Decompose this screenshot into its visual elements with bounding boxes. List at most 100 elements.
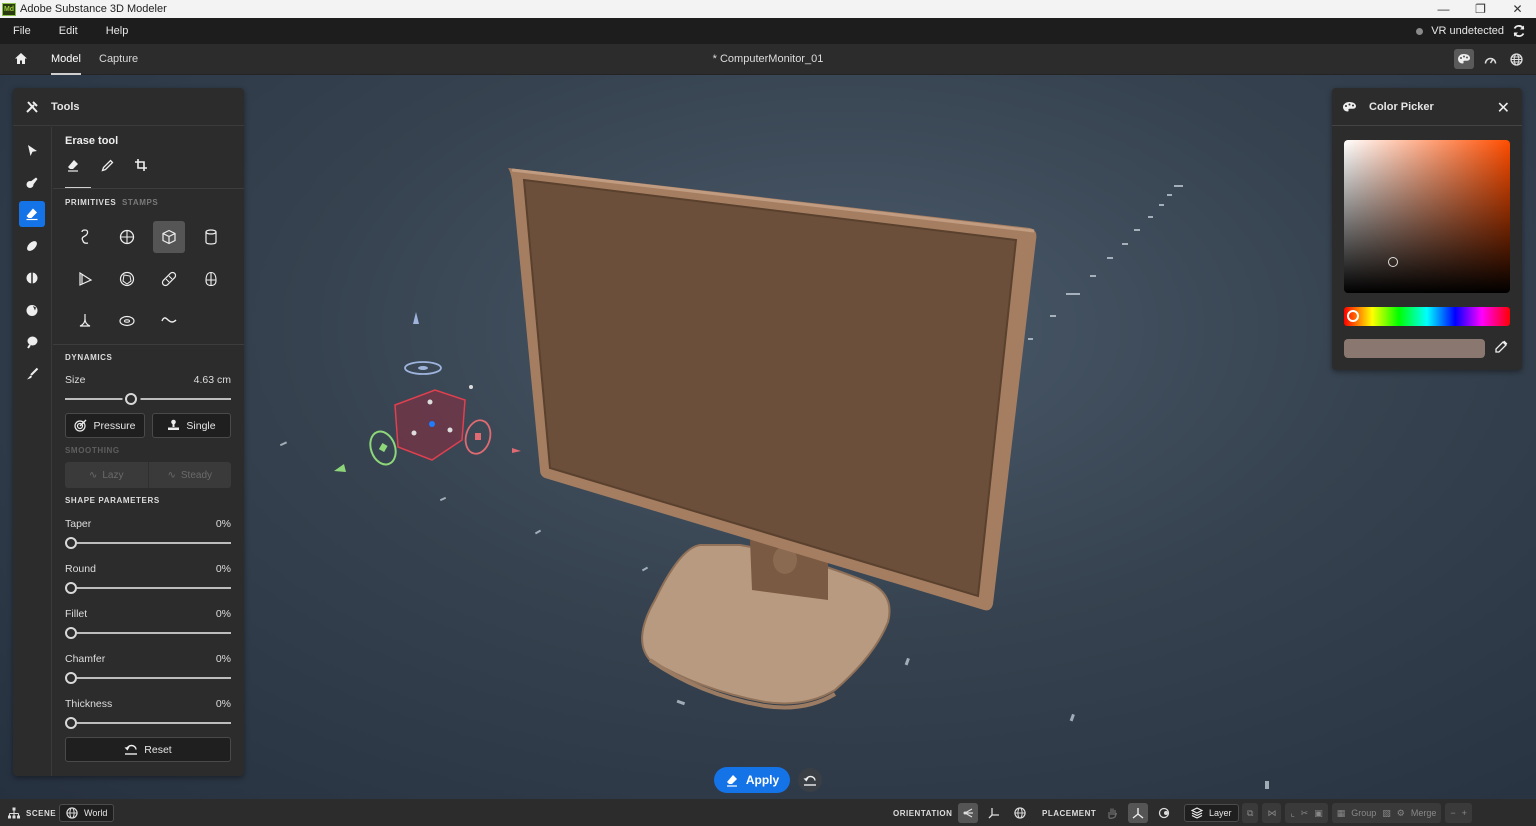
apply-label: Apply [745, 773, 780, 787]
size-slider[interactable] [65, 393, 231, 405]
pressure-icon [74, 419, 87, 432]
reset-label: Reset [144, 743, 172, 756]
hand-icon[interactable] [1102, 803, 1122, 823]
flatten-tool-icon[interactable] [19, 265, 45, 291]
erase-mode-icon[interactable] [65, 157, 81, 173]
color-palette-icon[interactable] [1454, 49, 1474, 69]
single-button[interactable]: Single [152, 413, 231, 438]
primitive-sphere-icon[interactable] [111, 221, 143, 253]
menu-edit[interactable]: Edit [59, 25, 78, 37]
group-icon: ▦ [1336, 807, 1346, 818]
primitive-torus-icon[interactable] [111, 305, 143, 337]
pressure-button[interactable]: Pressure [65, 413, 145, 438]
hue-slider-handle[interactable] [1347, 310, 1359, 322]
tab-stamps[interactable]: STAMPS [122, 198, 158, 207]
hue-slider[interactable] [1344, 307, 1510, 326]
orientation-world-icon[interactable] [1010, 803, 1030, 823]
layer-button[interactable]: Layer [1184, 804, 1239, 822]
placement-label: PLACEMENT [1042, 808, 1097, 818]
placement-orbit-icon[interactable] [1154, 803, 1174, 823]
fillet-slider[interactable] [65, 627, 231, 639]
saturation-value-field[interactable] [1344, 140, 1510, 293]
chamfer-value: 0% [215, 653, 231, 665]
close-icon[interactable]: ✕ [1497, 98, 1510, 118]
color-palette-icon [1342, 101, 1357, 113]
chamfer-slider[interactable] [65, 672, 231, 684]
size-slider-knob[interactable] [125, 393, 138, 405]
performance-gauge-icon[interactable] [1480, 49, 1500, 69]
pencil-mode-icon[interactable] [99, 157, 115, 173]
close-window-button[interactable]: ✕ [1499, 0, 1536, 18]
tools-panel-title: Tools [51, 100, 80, 113]
inflate-tool-icon[interactable] [19, 297, 45, 323]
tool-title: Erase tool [65, 135, 119, 147]
restore-button[interactable]: ❐ [1462, 0, 1499, 18]
window-titlebar: Md Adobe Substance 3D Modeler — ❐ ✕ [0, 0, 1536, 18]
thickness-slider[interactable] [65, 717, 231, 729]
thickness-value: 0% [215, 698, 231, 710]
world-space-button[interactable]: World [59, 804, 115, 822]
merge-icon: ⚙ [1396, 807, 1405, 818]
erase-tool-icon[interactable] [19, 201, 45, 227]
lazy-option: ∿ Lazy [65, 462, 149, 488]
reset-button[interactable]: Reset [65, 737, 231, 762]
orientation-axis-icon[interactable] [984, 803, 1004, 823]
shape-parameters-heading: SHAPE PARAMETERS [65, 496, 160, 505]
fillet-label: Fillet [65, 608, 88, 620]
primitive-pyramid-icon[interactable] [69, 263, 101, 295]
orientation-normal-icon[interactable] [958, 803, 979, 823]
taper-slider[interactable] [65, 537, 231, 549]
primitives-grid [69, 221, 227, 337]
smooth-tool-icon[interactable] [19, 233, 45, 259]
refresh-icon[interactable] [1512, 24, 1526, 38]
primitive-wave-icon[interactable] [153, 305, 185, 337]
placement-surface-icon[interactable] [1128, 803, 1149, 823]
tools-panel: Tools Erase tool PRIMITIVES STAMPS DYNAM… [13, 88, 244, 776]
select-tool-icon[interactable] [19, 137, 45, 163]
eyedropper-icon[interactable] [1494, 340, 1508, 354]
tab-primitives[interactable]: PRIMITIVES [65, 198, 116, 207]
layer-label: Layer [1209, 808, 1232, 818]
paint-tool-icon[interactable] [19, 361, 45, 387]
scene-label[interactable]: SCENE [26, 809, 56, 818]
globe-icon [66, 807, 78, 819]
primitive-capsule-icon[interactable] [153, 263, 185, 295]
clay-tool-icon[interactable] [19, 169, 45, 195]
clipboard-group: ⌞ ✂ ▣ [1285, 803, 1328, 823]
reset-icon [124, 744, 138, 755]
copy-icon: ⌞ [1290, 807, 1295, 818]
steady-option: ∿ Steady [167, 469, 213, 481]
scene-hierarchy-icon[interactable] [8, 807, 20, 819]
taper-value: 0% [215, 518, 231, 530]
monitor-screen [522, 178, 1018, 598]
primitive-egg-icon[interactable] [195, 263, 227, 295]
erase-tool-settings: Erase tool PRIMITIVES STAMPS DYNAMICS Si… [53, 127, 244, 776]
paste-icon: ▣ [1314, 807, 1323, 818]
primitive-polyhedron-icon[interactable] [111, 263, 143, 295]
primitive-cube-icon[interactable] [153, 221, 185, 253]
lazy-icon: ∿ [88, 469, 98, 481]
vr-status: VR undetected [1431, 25, 1504, 37]
primitive-cone-icon[interactable] [69, 305, 101, 337]
round-slider[interactable] [65, 582, 231, 594]
crop-mode-icon[interactable] [133, 157, 149, 173]
undo-icon [803, 775, 816, 786]
primitive-curve-icon[interactable] [69, 221, 101, 253]
mirror-button: ⋈ [1262, 803, 1282, 823]
sv-picker-handle[interactable] [1388, 257, 1398, 267]
menu-file[interactable]: File [13, 25, 31, 37]
primitive-cylinder-icon[interactable] [195, 221, 227, 253]
dynamics-heading: DYNAMICS [65, 353, 113, 362]
menubar: File Edit Help VR undetected [0, 18, 1536, 44]
menu-help[interactable]: Help [106, 25, 129, 37]
undo-button[interactable] [798, 768, 822, 792]
move-tool-icon[interactable] [19, 329, 45, 355]
globe-icon[interactable] [1506, 49, 1526, 69]
orientation-label: ORIENTATION [893, 808, 953, 818]
smoothing-toggle: ∿ Lazy ∿ Steady [65, 462, 231, 488]
round-label: Round [65, 563, 96, 575]
bottom-toolbar: SCENE World ORIENTATION PLACEMENT Layer … [0, 799, 1536, 826]
minimize-button[interactable]: — [1425, 0, 1462, 18]
apply-button[interactable]: Apply [714, 767, 790, 793]
fillet-value: 0% [215, 608, 231, 620]
